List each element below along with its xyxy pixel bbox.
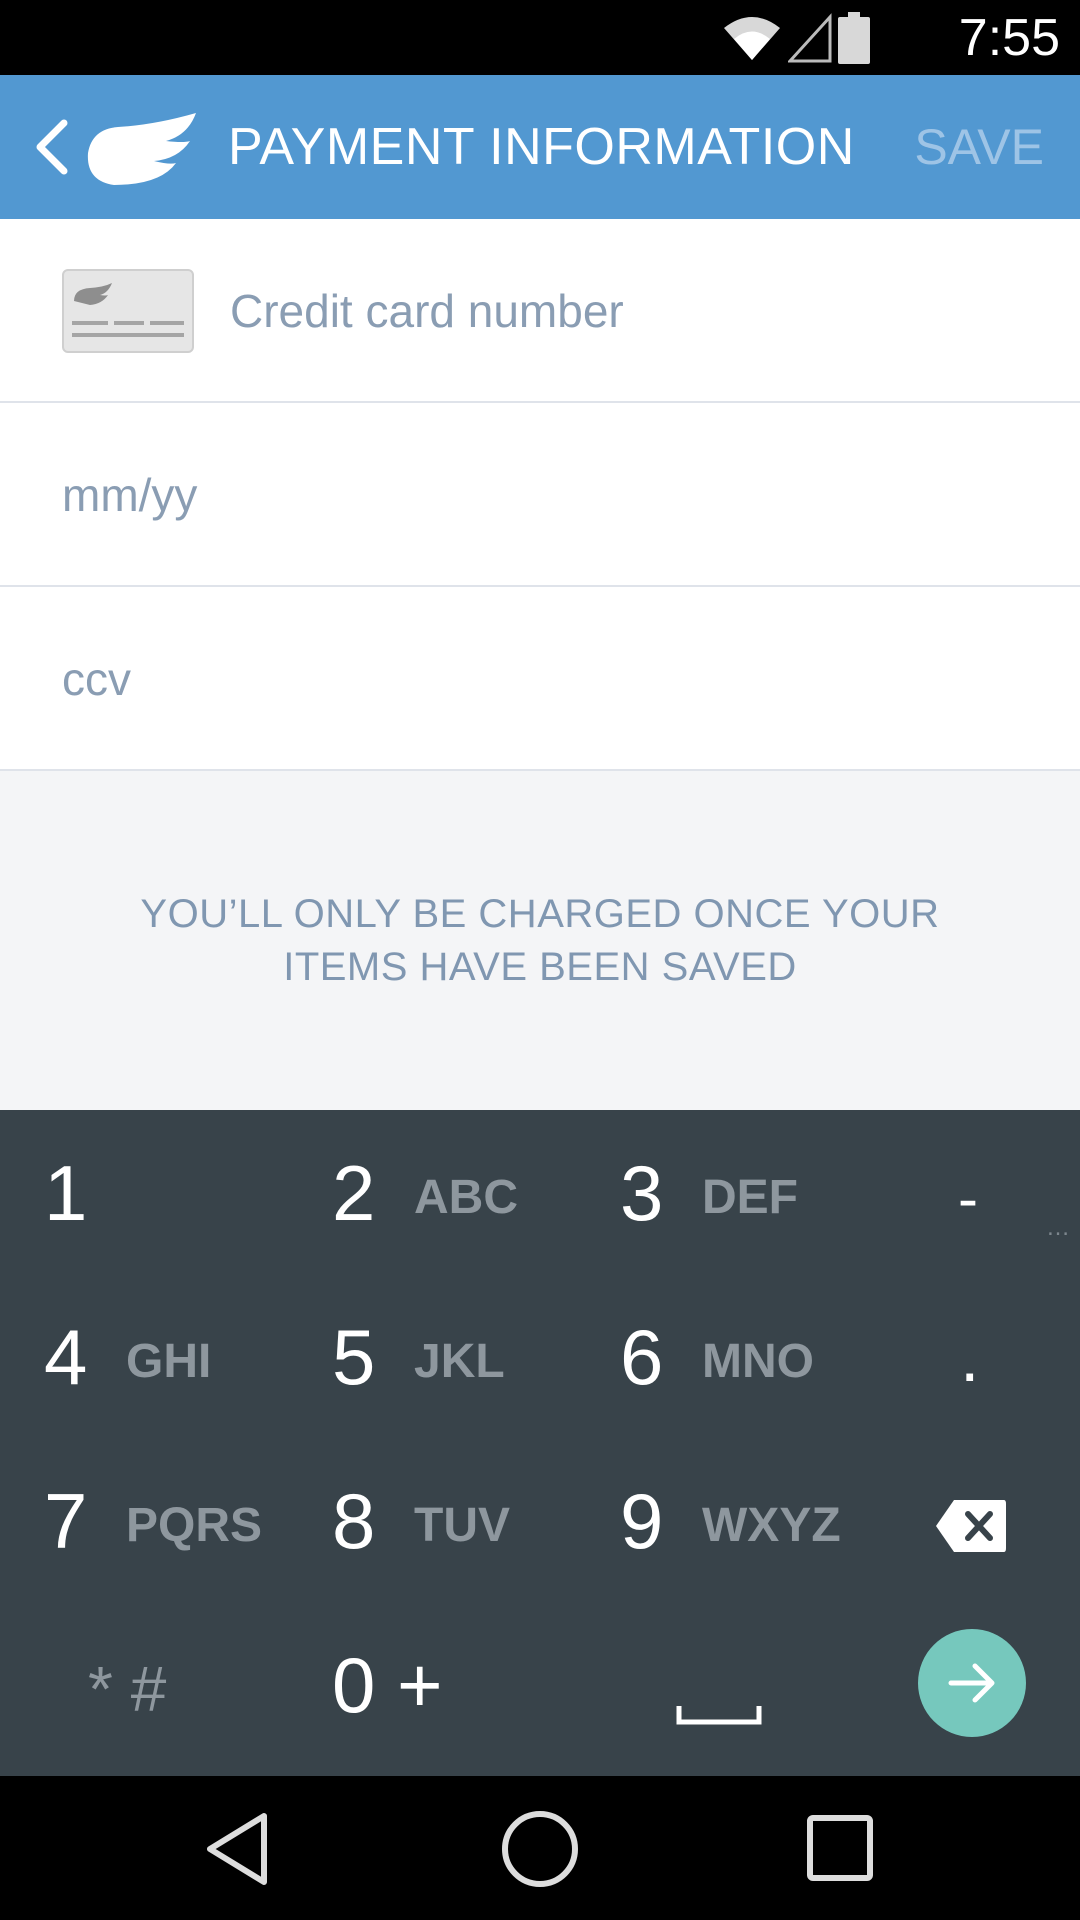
- key-8-number: 8: [332, 1477, 376, 1565]
- cell-signal-icon: [788, 12, 832, 62]
- app-logo: [84, 107, 200, 187]
- key-1-number: 1: [44, 1149, 88, 1237]
- key-3-letters: DEF: [702, 1171, 798, 1224]
- key-6-number: 6: [620, 1313, 664, 1401]
- key-8-letters: TUV: [414, 1499, 510, 1552]
- key-period[interactable]: .: [960, 1274, 1040, 1438]
- key-8[interactable]: 8 TUV: [332, 1438, 572, 1602]
- key-3-number: 3: [620, 1149, 664, 1237]
- status-clock: 7:55: [958, 9, 1060, 67]
- battery-icon: [838, 11, 870, 64]
- key-7[interactable]: 7 PQRS: [44, 1438, 284, 1602]
- go-button[interactable]: [918, 1629, 1026, 1737]
- expiry-field[interactable]: mm/yy: [0, 403, 1080, 587]
- wifi-icon: [724, 16, 780, 60]
- key-5-letters: JKL: [414, 1335, 505, 1388]
- key-9-letters: WXYZ: [702, 1499, 841, 1552]
- key-6-letters: MNO: [702, 1335, 814, 1388]
- key-6[interactable]: 6 MNO: [620, 1274, 860, 1438]
- back-button[interactable]: [30, 115, 74, 179]
- key-7-number: 7: [44, 1477, 88, 1565]
- expiry-input[interactable]: mm/yy: [62, 465, 197, 525]
- key-9-number: 9: [620, 1477, 664, 1565]
- key-period-symbol: .: [960, 1318, 980, 1396]
- wing-logo-icon: [87, 113, 196, 185]
- more-symbols-indicator: …: [1046, 1214, 1070, 1241]
- app-bar: PAYMENT INFORMATION SAVE: [0, 75, 1080, 219]
- save-button[interactable]: SAVE: [914, 117, 1044, 177]
- system-nav-bar: [0, 1776, 1080, 1920]
- key-2[interactable]: 2 ABC: [332, 1110, 572, 1274]
- status-icons: [722, 10, 870, 65]
- home-circle-icon[interactable]: [501, 1810, 579, 1888]
- backspace-key[interactable]: [934, 1438, 1014, 1602]
- key-dash-symbol: -: [958, 1165, 978, 1232]
- card-number-field[interactable]: Credit card number: [0, 219, 1080, 403]
- key-1[interactable]: 1: [44, 1110, 284, 1274]
- key-0-number: 0 +: [332, 1641, 443, 1729]
- key-star-hash[interactable]: * #: [88, 1602, 248, 1766]
- back-triangle-icon[interactable]: [204, 1812, 270, 1886]
- key-4-number: 4: [44, 1313, 88, 1401]
- card-number-input[interactable]: Credit card number: [230, 281, 624, 341]
- chevron-left-icon: [36, 119, 68, 175]
- charge-notice: YOU’LL ONLY BE CHARGED ONCE YOUR ITEMS H…: [0, 770, 1080, 1110]
- key-7-letters: PQRS: [126, 1499, 263, 1552]
- key-0[interactable]: 0 +: [332, 1602, 572, 1766]
- key-5-number: 5: [332, 1313, 376, 1401]
- key-5[interactable]: 5 JKL: [332, 1274, 572, 1438]
- arrow-right-icon: [948, 1663, 995, 1703]
- key-2-letters: ABC: [414, 1171, 518, 1224]
- key-star-hash-symbols: * #: [88, 1653, 167, 1725]
- notice-line-1: YOU’LL ONLY BE CHARGED ONCE YOUR: [140, 892, 940, 936]
- backspace-icon: [936, 1500, 1006, 1552]
- key-3[interactable]: 3 DEF: [620, 1110, 860, 1274]
- ccv-input[interactable]: ccv: [62, 649, 131, 709]
- key-4-letters: GHI: [126, 1335, 212, 1388]
- ccv-field[interactable]: ccv: [0, 587, 1080, 771]
- key-dash[interactable]: - …: [958, 1110, 1070, 1274]
- notice-text: YOU’LL ONLY BE CHARGED ONCE YOUR ITEMS H…: [90, 888, 990, 994]
- space-bar-icon: [676, 1706, 762, 1725]
- status-bar: 7:55: [0, 0, 1080, 75]
- page-title: PAYMENT INFORMATION: [228, 118, 855, 176]
- key-2-number: 2: [332, 1149, 376, 1237]
- key-4[interactable]: 4 GHI: [44, 1274, 284, 1438]
- space-key[interactable]: [676, 1602, 766, 1766]
- recents-square-icon[interactable]: [806, 1814, 874, 1882]
- notice-line-2: ITEMS HAVE BEEN SAVED: [283, 945, 797, 989]
- key-9[interactable]: 9 WXYZ: [620, 1438, 860, 1602]
- credit-card-icon: [62, 269, 194, 353]
